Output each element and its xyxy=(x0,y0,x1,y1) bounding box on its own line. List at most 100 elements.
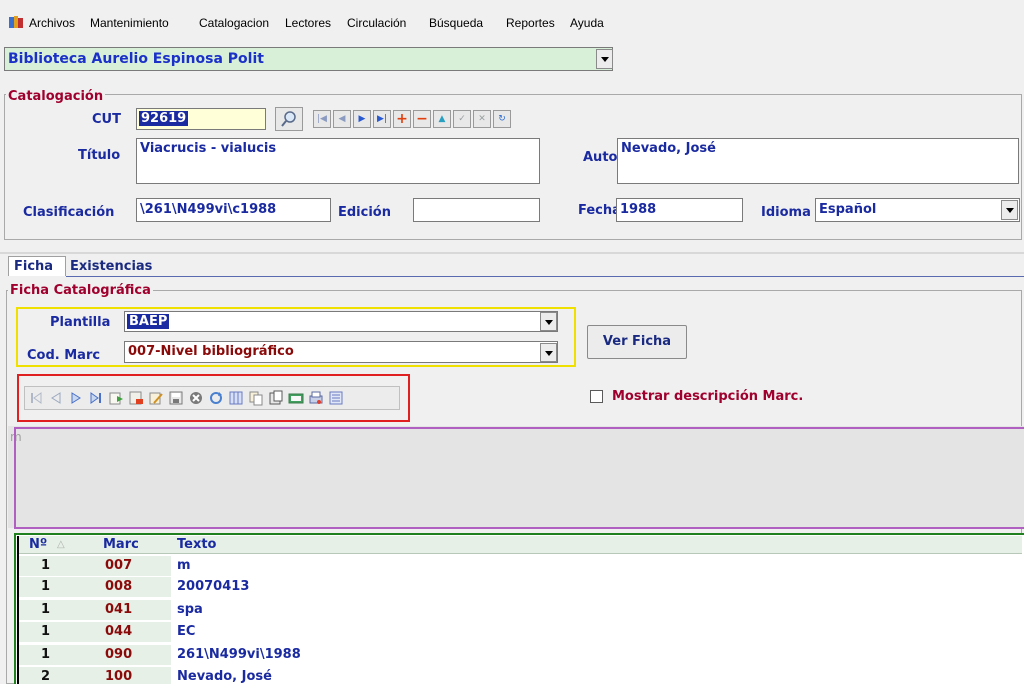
tb-paste-button[interactable] xyxy=(268,390,284,406)
confirm-button[interactable]: ✓ xyxy=(453,110,471,128)
tab-underline xyxy=(66,276,1024,277)
tab-strip-divider xyxy=(0,252,1024,254)
cell-n: 1 xyxy=(41,647,51,662)
idioma-select[interactable]: Español xyxy=(815,198,1020,222)
table-row[interactable]: 1 041 spa xyxy=(19,600,1022,620)
tb-last-button[interactable] xyxy=(88,390,104,406)
magnifier-icon xyxy=(281,111,296,127)
list-icon xyxy=(329,391,343,405)
menu-busqueda[interactable]: Búsqueda xyxy=(429,16,483,30)
delete-row-icon xyxy=(129,391,143,405)
titulo-input[interactable]: Viacrucis - vialucis xyxy=(136,138,540,184)
prev-record-button[interactable]: ◀ xyxy=(333,110,351,128)
table-row[interactable]: 1 008 20070413 xyxy=(19,577,1022,597)
tb-edit-button[interactable] xyxy=(148,390,164,406)
clasificacion-input[interactable]: \261\N499vi\c1988 xyxy=(136,198,331,222)
last-record-button[interactable]: ▶| xyxy=(373,110,391,128)
edit-record-button[interactable]: ▲ xyxy=(433,110,451,128)
tab-ficha[interactable]: Ficha xyxy=(8,256,66,276)
tb-refresh-button[interactable] xyxy=(208,390,224,406)
refresh-icon: ↻ xyxy=(498,114,506,124)
plantilla-select-value: BAEP xyxy=(127,314,170,329)
table-row[interactable]: 1 044 EC xyxy=(19,622,1022,642)
tb-copy-button[interactable] xyxy=(248,390,264,406)
catalogacion-title: Catalogación xyxy=(6,89,106,104)
plantilla-dropdown-button[interactable] xyxy=(540,312,557,331)
next-icon: ▶ xyxy=(358,114,366,124)
col-header-texto[interactable]: Texto xyxy=(177,537,217,552)
minus-icon: − xyxy=(416,111,428,127)
codmarc-dropdown-button[interactable] xyxy=(540,343,557,362)
table-row[interactable]: 1 090 261\N499vi\1988 xyxy=(19,645,1022,665)
first-record-button[interactable]: |◀ xyxy=(313,110,331,128)
cell-marc: 007 xyxy=(105,558,133,573)
cell-texto: m xyxy=(177,558,191,573)
clasificacion-input-value: \261\N499vi\c1988 xyxy=(140,202,277,217)
tb-print-button[interactable] xyxy=(308,390,324,406)
tb-prev-button[interactable] xyxy=(48,390,64,406)
codmarc-select[interactable]: 007-Nivel bibliográfico xyxy=(124,341,558,363)
menu-reportes[interactable]: Reportes xyxy=(506,16,555,30)
menu-lectores[interactable]: Lectores xyxy=(285,16,331,30)
close-icon: ✕ xyxy=(478,114,486,124)
plus-icon: + xyxy=(396,111,408,127)
delete-record-button[interactable]: − xyxy=(413,110,431,128)
cell-n: 1 xyxy=(41,558,51,573)
tb-insert-button[interactable] xyxy=(108,390,124,406)
menu-ayuda[interactable]: Ayuda xyxy=(570,16,604,30)
library-select-value: Biblioteca Aurelio Espinosa Polit xyxy=(8,51,264,67)
tb-cancel-button[interactable] xyxy=(188,390,204,406)
refresh-icon xyxy=(210,392,222,404)
plantilla-select[interactable]: BAEP xyxy=(124,311,558,332)
tb-save-button[interactable] xyxy=(168,390,184,406)
sort-icon: △ xyxy=(57,539,65,550)
search-button[interactable] xyxy=(275,107,303,131)
menu-archivos[interactable]: Archivos xyxy=(29,16,75,30)
save-icon xyxy=(169,391,183,405)
tab-existencias[interactable]: Existencias xyxy=(66,258,162,276)
menu-catalogacion[interactable]: Catalogacion xyxy=(199,16,269,30)
add-record-button[interactable]: + xyxy=(393,110,411,128)
col-header-n[interactable]: Nº xyxy=(29,537,47,552)
edicion-label: Edición xyxy=(338,205,391,220)
cell-texto: EC xyxy=(177,624,196,639)
copy-icon xyxy=(249,391,263,406)
tb-delete-button[interactable] xyxy=(128,390,144,406)
library-dropdown-button[interactable] xyxy=(596,49,613,69)
last-icon xyxy=(90,392,101,404)
columns-icon xyxy=(229,391,243,405)
mostrar-descripcion-checkbox[interactable] xyxy=(590,390,603,403)
cut-input-value: 92619 xyxy=(139,111,189,126)
edicion-input[interactable] xyxy=(413,198,540,222)
tb-first-button[interactable] xyxy=(28,390,44,406)
next-record-button[interactable]: ▶ xyxy=(353,110,371,128)
app-icon xyxy=(8,14,24,30)
tb-list-button[interactable] xyxy=(328,390,344,406)
cell-n: 1 xyxy=(41,579,51,594)
tb-export-button[interactable] xyxy=(288,390,304,406)
col-header-marc[interactable]: Marc xyxy=(103,537,139,552)
cancel-button[interactable]: ✕ xyxy=(473,110,491,128)
tb-columns-button[interactable] xyxy=(228,390,244,406)
cut-label: CUT xyxy=(92,112,121,127)
tb-next-button[interactable] xyxy=(68,390,84,406)
ver-ficha-button[interactable]: Ver Ficha xyxy=(587,325,687,359)
cut-input[interactable]: 92619 xyxy=(136,108,266,130)
cell-marc: 044 xyxy=(105,624,133,639)
fecha-input[interactable]: 1988 xyxy=(616,198,743,222)
prev-icon xyxy=(51,392,61,404)
library-select[interactable]: Biblioteca Aurelio Espinosa Polit xyxy=(4,47,613,71)
check-icon: ✓ xyxy=(458,114,466,124)
export-icon xyxy=(288,393,304,404)
first-icon xyxy=(31,392,42,404)
autor-input[interactable]: Nevado, José xyxy=(617,138,1019,184)
table-row[interactable]: 2 100 Nevado, José xyxy=(19,667,1022,684)
edit-icon xyxy=(149,392,163,405)
refresh-button[interactable]: ↻ xyxy=(493,110,511,128)
table-row[interactable]: 1 007 m xyxy=(19,556,1022,576)
tab-existencias-label: Existencias xyxy=(70,259,153,274)
menu-circulacion[interactable]: Circulación xyxy=(347,16,406,30)
idioma-select-value: Español xyxy=(819,202,877,217)
idioma-dropdown-button[interactable] xyxy=(1001,200,1018,220)
menu-mantenimiento[interactable]: Mantenimiento xyxy=(90,16,169,30)
